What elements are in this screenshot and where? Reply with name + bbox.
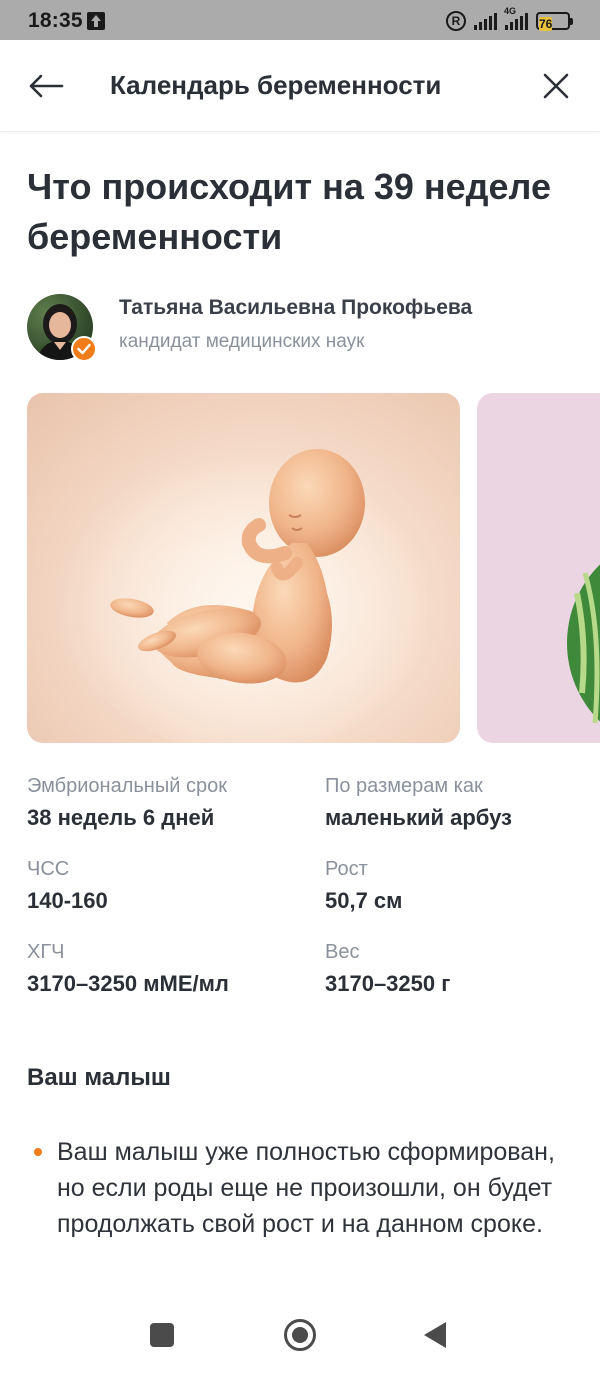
close-icon bbox=[543, 73, 569, 99]
back-button[interactable] bbox=[26, 66, 66, 106]
fact-label: Вес bbox=[325, 941, 360, 963]
arrow-left-icon bbox=[29, 74, 64, 98]
fact-label: Эмбриональный срок bbox=[27, 775, 227, 797]
home-icon[interactable] bbox=[284, 1319, 316, 1351]
fact-size-comparison: По размерам как маленький арбуз bbox=[325, 772, 600, 834]
author-name: Татьяна Васильевна Прокофьева bbox=[119, 296, 473, 319]
list-item: Ваш малыш уже полностью сформирован, но … bbox=[27, 1134, 567, 1242]
bullet-dot-icon bbox=[34, 1148, 42, 1156]
status-bar: 18:35 R 4G 76 bbox=[0, 0, 600, 40]
fact-hcg: ХГЧ 3170–3250 мМЕ/мл bbox=[27, 938, 307, 1000]
fact-value: 140-160 bbox=[27, 888, 108, 913]
fact-label: Рост bbox=[325, 858, 368, 880]
watermelon-illustration[interactable] bbox=[477, 393, 600, 743]
status-time: 18:35 bbox=[28, 9, 83, 32]
fact-value: маленький арбуз bbox=[325, 805, 512, 830]
upload-icon bbox=[87, 12, 105, 30]
system-nav-bar bbox=[0, 1296, 600, 1373]
fact-value: 3170–3250 г bbox=[325, 971, 451, 996]
fact-label: ЧСС bbox=[27, 858, 70, 880]
close-button[interactable] bbox=[536, 66, 576, 106]
fact-label: По размерам как bbox=[325, 775, 483, 797]
header-title: Календарь беременности bbox=[110, 70, 442, 100]
section-title: Ваш малыш bbox=[27, 1064, 171, 1091]
signal-icon bbox=[474, 12, 497, 30]
fact-embryonic-term: Эмбриональный срок 38 недель 6 дней bbox=[27, 772, 307, 834]
battery-icon: 76 bbox=[536, 12, 573, 31]
article-title: Что происходит на 39 неделе беременности bbox=[27, 166, 551, 257]
bullet-text: Ваш малыш уже полностью сформирован, но … bbox=[57, 1138, 555, 1238]
fact-value: 50,7 см bbox=[325, 888, 403, 913]
fact-value: 38 недель 6 дней bbox=[27, 805, 215, 830]
fact-heart-rate: ЧСС 140-160 bbox=[27, 855, 307, 917]
check-icon bbox=[77, 343, 91, 355]
signal-4g-icon: 4G bbox=[504, 6, 528, 30]
fact-height: Рост 50,7 см bbox=[325, 855, 600, 917]
recents-icon[interactable] bbox=[150, 1323, 174, 1347]
network-label: 4G bbox=[504, 6, 517, 16]
status-icons: R 4G 76 bbox=[446, 6, 573, 33]
battery-level: 76 bbox=[539, 17, 553, 31]
verified-badge bbox=[71, 336, 97, 362]
fact-weight: Вес 3170–3250 г bbox=[325, 938, 600, 1000]
fact-value: 3170–3250 мМЕ/мл bbox=[27, 971, 229, 996]
fact-label: ХГЧ bbox=[27, 941, 65, 963]
fetus-illustration[interactable] bbox=[27, 393, 460, 743]
image-carousel[interactable] bbox=[27, 393, 600, 743]
registered-icon: R bbox=[446, 11, 466, 31]
author-block[interactable]: Татьяна Васильевна Прокофьева кандидат м… bbox=[27, 294, 587, 364]
author-degree: кандидат медицинских наук bbox=[119, 331, 365, 352]
app-header: Календарь беременности bbox=[0, 40, 600, 132]
back-triangle-icon[interactable] bbox=[424, 1322, 446, 1348]
